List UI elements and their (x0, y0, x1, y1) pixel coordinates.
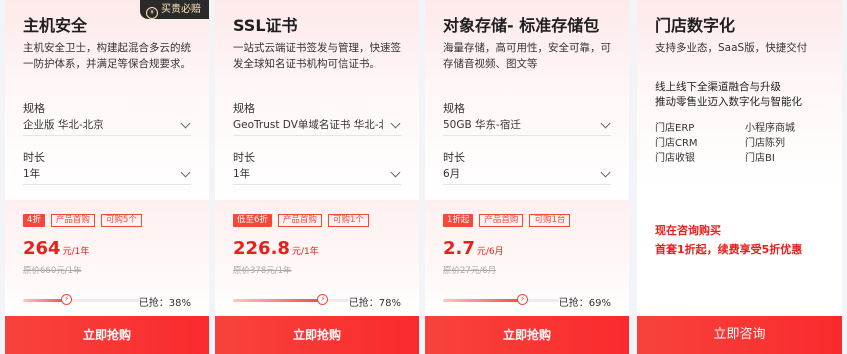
lightning-icon: ⚡ (61, 294, 73, 305)
consult-headline: 现在咨询购买 (655, 224, 721, 237)
card-title: 门店数字化 (655, 16, 736, 35)
badge-label: 买贵必赔 (161, 4, 201, 15)
first-purchase-tag: 产品首购 (479, 214, 524, 227)
card-title: 对象存储- 标准存储包 (443, 16, 600, 35)
price-value: 2.7 (443, 238, 475, 259)
feature-item: 门店BI (745, 153, 775, 164)
price: 2.7 元/6月 (443, 238, 504, 259)
retail-digitalization-card: 门店数字化 支持多业态，SaaS版，快捷交付 线上线下全渠道融合与升级 推动零售… (637, 0, 842, 354)
feature-item: 门店ERP (655, 123, 695, 134)
card-title: 主机安全 (23, 16, 88, 35)
sold-percentage: 已抢：78% (348, 298, 401, 309)
duration-select-value: 1年 (23, 168, 41, 180)
guarantee-badge: ¥ 买贵必赔 (140, 0, 209, 19)
purchase-limit-tag: 可购1个 (327, 214, 369, 227)
price-value: 226.8 (233, 238, 290, 259)
duration-select-value: 6月 (443, 168, 461, 180)
chevron-down-icon (180, 118, 191, 129)
discount-tag: 低至6折 (233, 214, 272, 227)
duration-select[interactable]: 1年 (233, 163, 401, 185)
original-price: 原价378元/1年 (233, 266, 292, 276)
chevron-down-icon (600, 167, 611, 178)
feature-item: 门店陈列 (745, 138, 785, 149)
consult-now-button[interactable]: 立即咨询 (637, 316, 842, 354)
chevron-down-icon (180, 167, 191, 178)
card-description: 海量存储，高可用性，安全可靠，可存储音视频、图文等 (443, 42, 611, 70)
sold-percentage: 已抢：69% (558, 298, 611, 309)
price-unit: 元/1年 (62, 247, 90, 257)
product-card-ssl: SSL证书 一站式云端证书签发与管理，快速签发全球知名证书机构可信证书。 规格 … (215, 0, 419, 354)
card-description: 一站式云端证书签发与管理，快速签发全球知名证书机构可信证书。 (233, 42, 401, 70)
product-card-object-storage: 对象存储- 标准存储包 海量存储，高可用性，安全可靠，可存储音视频、图文等 规格… (425, 0, 629, 354)
first-purchase-tag: 产品首购 (50, 214, 95, 227)
purchase-limit-tag: 可购5个 (100, 214, 142, 227)
price-value: 264 (23, 238, 61, 259)
duration-select[interactable]: 1年 (23, 163, 191, 185)
feature-item: 门店CRM (655, 138, 698, 149)
product-card-host-security: ¥ 买贵必赔 主机安全 主机安全卫士，构建起混合多云的统一防护体系，并满足等保合规… (5, 0, 209, 354)
card-subtitle: 支持多业态，SaaS版，快捷交付 (655, 42, 808, 54)
price: 264 元/1年 (23, 238, 89, 259)
promo-text: 首套1折起，续费享受5折优惠 (655, 243, 803, 256)
chevron-down-icon (390, 118, 401, 129)
buy-now-button[interactable]: 立即抢购 (215, 316, 419, 354)
spec-select-value: 50GB 华东-宿迁 (443, 119, 521, 131)
original-price: 原价27元/6月 (443, 266, 497, 276)
progress-fill (233, 299, 324, 302)
buy-now-button[interactable]: 立即抢购 (425, 316, 629, 354)
shield-icon: ¥ (146, 7, 158, 19)
first-purchase-tag: 产品首购 (277, 214, 322, 227)
discount-tag: 4折 (23, 214, 45, 227)
card-title: SSL证书 (233, 16, 298, 35)
chevron-down-icon (600, 118, 611, 129)
headline-2: 推动零售业迈入数字化与智能化 (655, 96, 802, 108)
progress-fill (443, 299, 524, 302)
spec-select[interactable]: 企业版 华北-北京 (23, 114, 191, 136)
card-description: 主机安全卫士，构建起混合多云的统一防护体系，并满足等保合规要求。 (23, 42, 191, 70)
feature-item: 小程序商城 (745, 123, 795, 134)
chevron-down-icon (390, 167, 401, 178)
price: 226.8 元/1年 (233, 238, 319, 259)
discount-tag: 1折起 (443, 214, 474, 227)
original-price: 原价660元/1年 (23, 266, 82, 276)
price-unit: 元/1年 (291, 247, 319, 257)
duration-select-value: 1年 (233, 168, 251, 180)
lightning-icon: ⚡ (517, 294, 529, 305)
purchase-limit-tag: 可购1台 (529, 214, 571, 227)
lightning-icon: ⚡ (317, 294, 329, 305)
duration-select[interactable]: 6月 (443, 163, 611, 185)
sold-progress-bar: ⚡ (443, 294, 559, 305)
feature-item: 门店收银 (655, 153, 695, 164)
spec-select[interactable]: 50GB 华东-宿迁 (443, 114, 611, 136)
price-unit: 元/6月 (476, 247, 504, 257)
headline-1: 线上线下全渠道融合与升级 (655, 81, 781, 93)
sold-percentage: 已抢：38% (138, 298, 191, 309)
spec-select[interactable]: GeoTrust DV单域名证书 华北-北京 (233, 114, 401, 136)
spec-select-value: GeoTrust DV单域名证书 华北-北京 (233, 119, 383, 131)
sold-progress-bar: ⚡ (233, 294, 349, 305)
buy-now-button[interactable]: 立即抢购 (5, 316, 209, 354)
spec-select-value: 企业版 华北-北京 (23, 119, 104, 131)
sold-progress-bar: ⚡ (23, 294, 139, 305)
